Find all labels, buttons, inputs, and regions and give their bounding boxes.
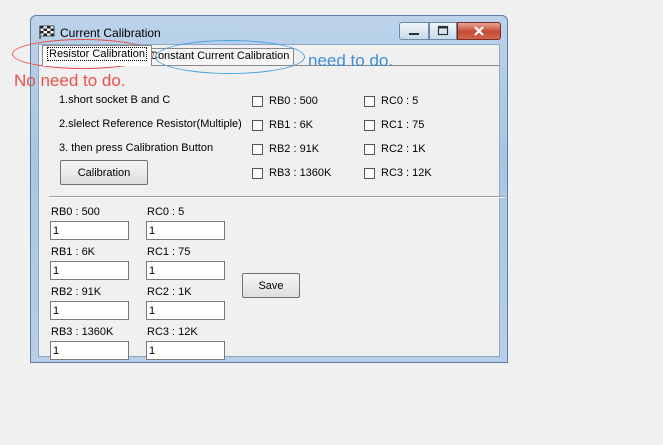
rb2-input[interactable] bbox=[50, 301, 129, 320]
checkbox-rc3-label: RC3 : 12K bbox=[381, 167, 432, 179]
checkbox-rc2-label: RC2 : 1K bbox=[381, 143, 426, 155]
calibration-button[interactable]: Calibration bbox=[60, 160, 148, 185]
instruction-step-3: 3. then press Calibration Button bbox=[59, 142, 214, 154]
field-rc3-label: RC3 : 12K bbox=[147, 326, 198, 338]
rc3-input[interactable] bbox=[146, 341, 225, 360]
checkbox-rc3[interactable] bbox=[364, 168, 375, 179]
field-rb3-label: RB3 : 1360K bbox=[51, 326, 114, 338]
checkered-flag-icon bbox=[39, 25, 55, 39]
rc1-input[interactable] bbox=[146, 261, 225, 280]
rc0-input[interactable] bbox=[146, 221, 225, 240]
tab-resistor-calibration[interactable]: Resistor Calibration bbox=[42, 45, 152, 66]
checkbox-rc1-label: RC1 : 75 bbox=[381, 119, 425, 131]
field-rc1-label: RC1 : 75 bbox=[147, 246, 191, 258]
checkbox-rb0[interactable] bbox=[252, 96, 263, 107]
close-icon bbox=[474, 26, 484, 36]
checkbox-rb1[interactable] bbox=[252, 120, 263, 131]
rb3-input[interactable] bbox=[50, 341, 129, 360]
minimize-icon bbox=[409, 33, 419, 35]
annotation-red-text: No need to do. bbox=[14, 71, 126, 90]
checkbox-rb2-label: RB2 : 91K bbox=[269, 143, 320, 155]
checkbox-rb1-label: RB1 : 6K bbox=[269, 119, 314, 131]
instruction-step-1: 1.short socket B and C bbox=[59, 94, 171, 106]
maximize-button[interactable] bbox=[429, 22, 457, 40]
minimize-button[interactable] bbox=[399, 22, 429, 40]
instruction-step-2: 2.slelect Reference Resistor(Multiple) bbox=[59, 118, 242, 130]
maximize-icon bbox=[437, 25, 449, 36]
checkbox-rb2[interactable] bbox=[252, 144, 263, 155]
field-rb0-label: RB0 : 500 bbox=[51, 206, 100, 218]
checkbox-rc1[interactable] bbox=[364, 120, 375, 131]
checkbox-rb3-label: RB3 : 1360K bbox=[269, 167, 332, 179]
field-rb1-label: RB1 : 6K bbox=[51, 246, 96, 258]
checkbox-rb0-label: RB0 : 500 bbox=[269, 95, 318, 107]
section-divider bbox=[49, 196, 505, 198]
window-title: Current Calibration bbox=[60, 26, 161, 40]
rb0-input[interactable] bbox=[50, 221, 129, 240]
field-rc0-label: RC0 : 5 bbox=[147, 206, 185, 218]
save-button[interactable]: Save bbox=[242, 273, 300, 298]
close-button[interactable] bbox=[457, 22, 501, 40]
rb1-input[interactable] bbox=[50, 261, 129, 280]
checkbox-rb3[interactable] bbox=[252, 168, 263, 179]
checkbox-rc0-label: RC0 : 5 bbox=[381, 95, 419, 107]
checkbox-rc2[interactable] bbox=[364, 144, 375, 155]
checkbox-rc0[interactable] bbox=[364, 96, 375, 107]
field-rc2-label: RC2 : 1K bbox=[147, 286, 192, 298]
rc2-input[interactable] bbox=[146, 301, 225, 320]
field-rb2-label: RB2 : 91K bbox=[51, 286, 102, 298]
annotation-blue-text: need to do. bbox=[308, 51, 394, 70]
annotation-blue-ellipse bbox=[155, 40, 305, 74]
